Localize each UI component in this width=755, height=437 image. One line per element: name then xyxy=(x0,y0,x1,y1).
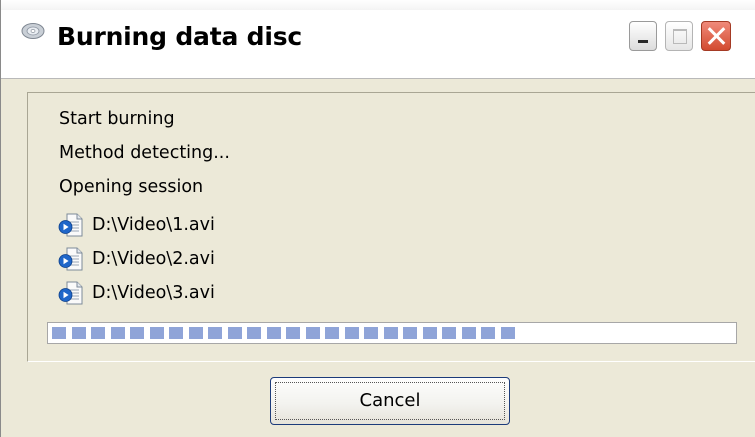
progress-chunk xyxy=(110,327,125,339)
burn-log: Start burning Method detecting... Openin… xyxy=(58,106,230,310)
file-path: D:\Video\3.avi xyxy=(92,283,215,303)
progress-chunk xyxy=(227,327,242,339)
progress-chunk xyxy=(461,327,476,339)
file-path: D:\Video\1.avi xyxy=(92,215,215,235)
progress-chunk xyxy=(169,327,183,339)
progress-chunk xyxy=(481,327,495,339)
media-file-icon xyxy=(58,281,83,305)
progress-chunk xyxy=(500,327,515,339)
progress-chunk xyxy=(383,327,398,339)
file-item: D:\Video\3.avi xyxy=(58,276,230,310)
cancel-button[interactable]: Cancel xyxy=(270,377,510,425)
progress-chunk xyxy=(52,327,66,339)
file-item: D:\Video\1.avi xyxy=(58,208,230,242)
progress-chunk xyxy=(344,327,359,339)
disc-icon xyxy=(21,23,45,39)
close-button[interactable] xyxy=(701,21,731,51)
progress-chunk xyxy=(286,327,300,339)
log-line: Start burning xyxy=(59,109,175,129)
burning-dialog: Burning data disc Start burning Method d… xyxy=(0,0,755,437)
progress-chunk xyxy=(149,327,164,339)
progress-chunk xyxy=(364,327,378,339)
window-title: Burning data disc xyxy=(57,22,303,51)
file-path: D:\Video\2.avi xyxy=(92,249,215,269)
progress-chunk xyxy=(305,327,320,339)
log-line: Opening session xyxy=(59,177,204,197)
progress-chunk xyxy=(422,327,437,339)
file-item: D:\Video\2.avi xyxy=(58,242,230,276)
cancel-button-label: Cancel xyxy=(359,390,421,411)
minimize-button[interactable] xyxy=(629,21,657,51)
progress-chunk xyxy=(403,327,417,339)
progress-chunk xyxy=(130,327,144,339)
media-file-icon xyxy=(58,247,83,271)
progress-chunk xyxy=(247,327,261,339)
progress-chunk xyxy=(91,327,105,339)
title-bar[interactable]: Burning data disc xyxy=(1,0,755,79)
progress-chunk xyxy=(266,327,281,339)
burn-progress-bar xyxy=(47,322,737,344)
log-line: Method detecting... xyxy=(59,143,230,163)
media-file-icon xyxy=(58,213,83,237)
progress-chunk xyxy=(325,327,339,339)
progress-chunk xyxy=(208,327,222,339)
progress-chunk xyxy=(71,327,86,339)
progress-chunk xyxy=(442,327,456,339)
maximize-button xyxy=(665,21,693,51)
progress-chunk xyxy=(188,327,203,339)
